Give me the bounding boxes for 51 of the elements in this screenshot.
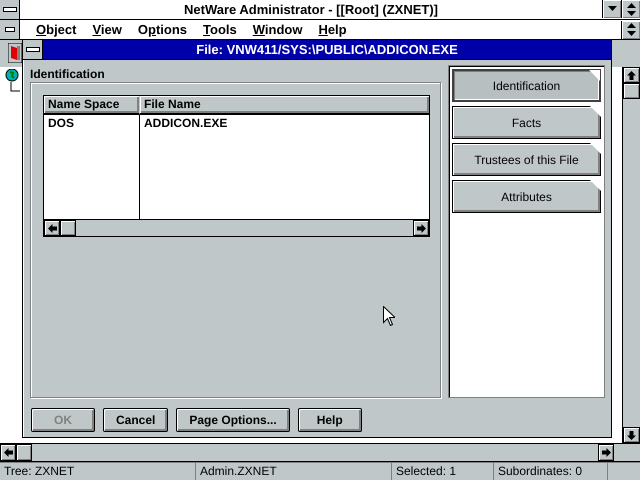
status-text: Admin.ZXNET [196,463,392,480]
scroll-right-button[interactable] [413,220,429,236]
status-text: Subordinates: 0 [494,463,608,480]
status-text: Selected: 1 [392,463,494,480]
dialog-button[interactable]: Help [298,408,362,432]
scroll-thumb[interactable] [60,220,76,236]
scroll-right-button[interactable] [598,444,614,461]
child-system-menu-button[interactable] [0,20,20,39]
menu-item[interactable]: Options [130,22,196,37]
tree-root-drawing [5,69,21,93]
page-button[interactable]: Attributes [452,180,601,213]
column-header[interactable]: Name Space [44,96,140,115]
mouse-cursor-icon [383,306,395,326]
window-title: NetWare Administrator - [[Root] (ZXNET)] [183,1,439,19]
down-triangle-icon [608,6,616,12]
page-button[interactable]: Trustees of this File [452,143,601,176]
up-arrow-icon [627,70,636,80]
table-cell: ADDICON.EXE [144,116,228,130]
scroll-thumb[interactable] [623,83,640,99]
menu-item[interactable]: Tools [195,22,245,37]
up-down-triangles-icon [626,2,636,16]
scroll-down-button[interactable] [623,427,640,443]
menu-item[interactable]: Window [244,22,310,37]
column-header[interactable]: File Name [140,96,429,115]
dialog-button[interactable]: Cancel [103,408,168,432]
restore-button[interactable] [621,0,640,18]
dialog-button[interactable]: Page Options... [176,408,290,432]
dialog-title: File: VNW411/SYS:\PUBLIC\ADDICON.EXE [195,41,459,59]
right-arrow-icon [602,448,610,457]
menu-item[interactable]: Help [310,22,355,37]
right-arrow-icon [416,224,426,232]
left-arrow-icon [48,224,56,232]
scroll-up-button[interactable] [623,67,640,83]
system-menu-button[interactable] [0,0,20,19]
scroll-left-button[interactable] [0,444,16,461]
up-down-triangles-icon [626,23,636,36]
table-cell: DOS [48,116,74,130]
page-button[interactable]: Identification [452,69,601,102]
menu-item[interactable]: Object [28,22,84,37]
dialog-system-menu-button[interactable] [23,40,43,59]
child-restore-button[interactable] [621,20,640,38]
left-arrow-icon [4,448,12,457]
exit-door-icon[interactable] [8,43,22,63]
scroll-thumb[interactable] [16,444,32,461]
page-button[interactable]: Facts [452,106,601,139]
down-arrow-icon [627,430,636,440]
scroll-left-button[interactable] [44,220,60,236]
minimize-button[interactable] [602,0,621,18]
section-title: Identification [30,68,106,82]
menu-item[interactable]: View [84,22,130,37]
status-text: Tree: ZXNET [0,463,196,480]
